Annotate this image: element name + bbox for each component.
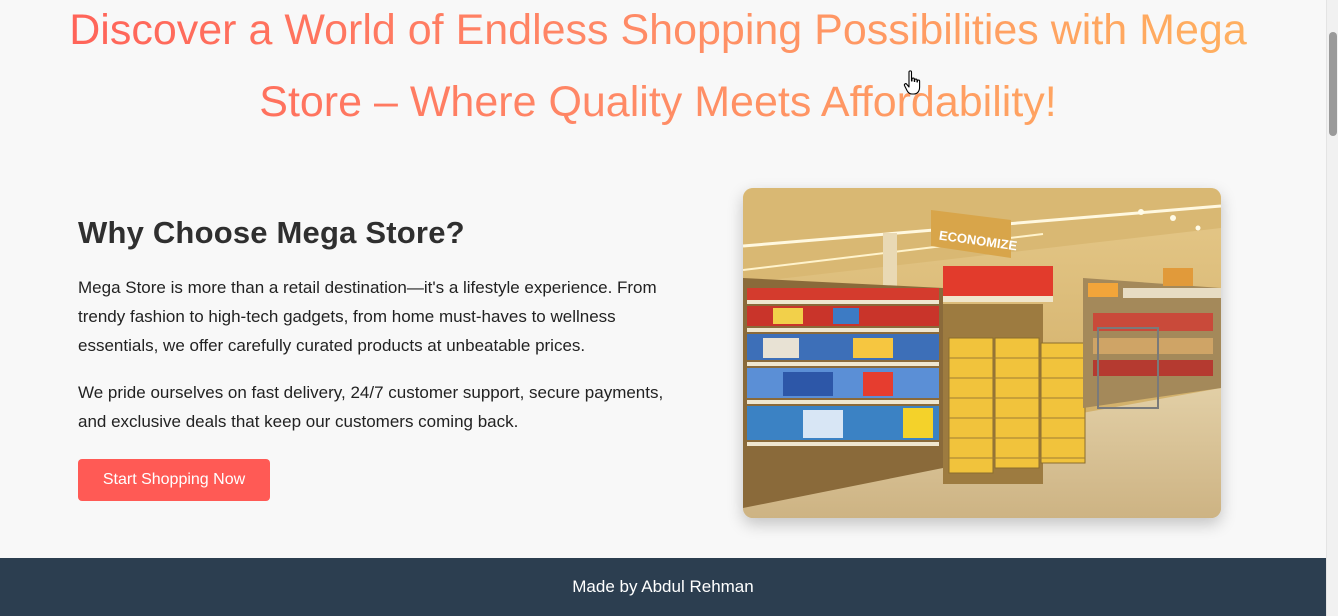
start-shopping-button[interactable]: Start Shopping Now (78, 459, 270, 501)
supermarket-image: ECONOMIZE (743, 188, 1221, 518)
vertical-scrollbar[interactable] (1326, 0, 1338, 616)
page: Discover a World of Endless Shopping Pos… (0, 0, 1326, 616)
footer-credit: Made by Abdul Rehman (572, 577, 754, 596)
scrollbar-thumb[interactable] (1329, 32, 1337, 136)
about-paragraph-1: Mega Store is more than a retail destina… (78, 278, 657, 355)
section-heading: Why Choose Mega Store? (78, 215, 465, 250)
hero-title: Discover a World of Endless Shopping Pos… (30, 0, 1286, 138)
footer: Made by Abdul Rehman (0, 558, 1326, 616)
why-choose-section: Why Choose Mega Store? Mega Store is mor… (78, 200, 698, 501)
about-paragraph-2: We pride ourselves on fast delivery, 24/… (78, 383, 664, 431)
hand-cursor-icon (903, 70, 921, 95)
